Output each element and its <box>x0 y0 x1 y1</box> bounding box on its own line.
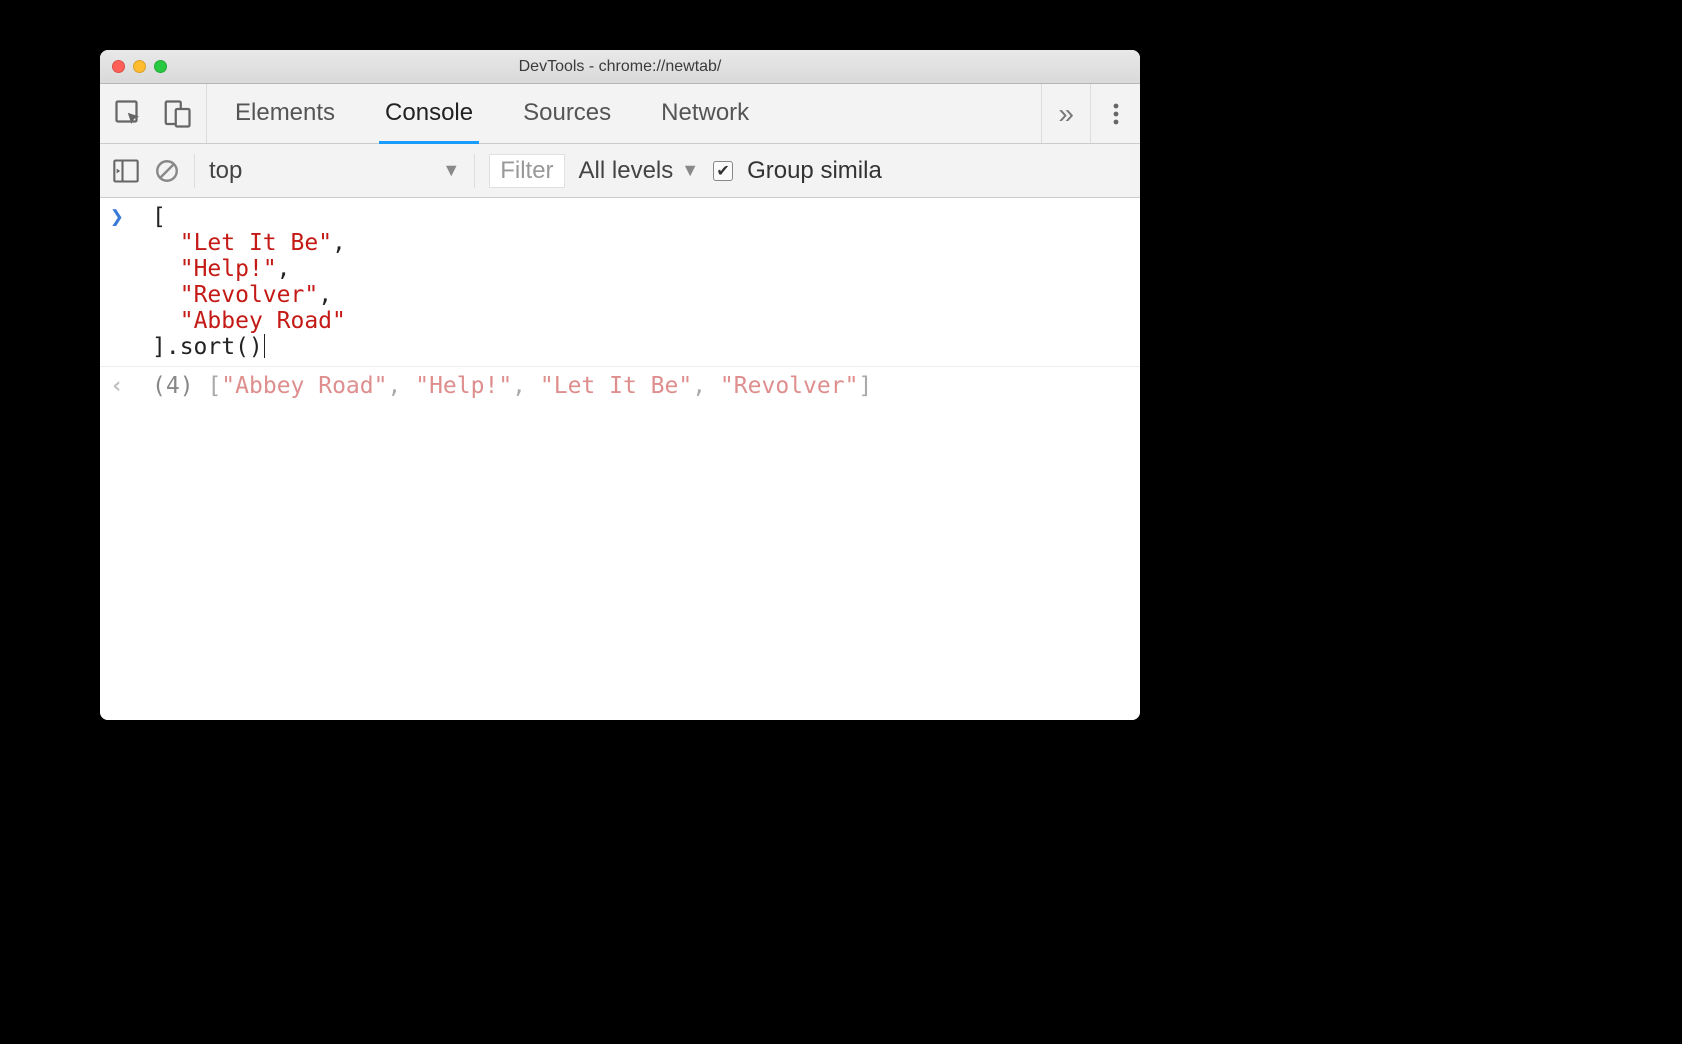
execution-context-label: top <box>209 157 242 185</box>
devtools-window: DevTools - chrome://newtab/ Elements Con… <box>100 50 1140 720</box>
console-eager-eval-value: (4) ["Abbey Road", "Help!", "Let It Be",… <box>152 373 872 399</box>
console-toolbar: top ▼ Filter All levels ▼ ✔ Group simila <box>100 144 1140 198</box>
zoom-window-button[interactable] <box>154 60 167 73</box>
window-title: DevTools - chrome://newtab/ <box>100 58 1140 76</box>
tab-console[interactable]: Console <box>379 84 479 144</box>
window-controls <box>112 60 167 73</box>
group-similar-checkbox[interactable]: ✔ <box>713 161 733 181</box>
inspect-element-icon[interactable] <box>114 99 144 129</box>
execution-context-select[interactable]: top ▼ <box>209 157 460 185</box>
tab-sources[interactable]: Sources <box>517 84 617 144</box>
log-levels-label: All levels <box>579 157 674 185</box>
tabs-overflow-button[interactable]: » <box>1041 84 1090 143</box>
string-literal: "Revolver" <box>180 282 319 308</box>
output-icon: ‹ <box>110 373 152 399</box>
prompt-icon: ❯ <box>110 204 152 360</box>
text-cursor <box>264 334 265 358</box>
toggle-device-toolbar-icon[interactable] <box>162 99 192 129</box>
titlebar: DevTools - chrome://newtab/ <box>100 50 1140 84</box>
dropdown-triangle-icon: ▼ <box>442 160 460 181</box>
string-literal: "Abbey Road" <box>180 308 346 334</box>
tab-elements[interactable]: Elements <box>229 84 341 144</box>
console-input-code[interactable]: [ "Let It Be", "Help!", "Revolver", "Abb… <box>152 204 346 360</box>
clear-console-icon[interactable] <box>154 158 180 184</box>
close-window-button[interactable] <box>112 60 125 73</box>
console-input-row[interactable]: ❯ [ "Let It Be", "Help!", "Revolver", "A… <box>100 198 1140 366</box>
dropdown-triangle-icon: ▼ <box>681 160 699 181</box>
minimize-window-button[interactable] <box>133 60 146 73</box>
console-eager-eval-row: ‹ (4) ["Abbey Road", "Help!", "Let It Be… <box>100 366 1140 405</box>
devtools-menu-button[interactable] <box>1090 84 1140 143</box>
console-filter-input[interactable]: Filter <box>489 154 564 188</box>
toggle-console-sidebar-icon[interactable] <box>112 157 140 185</box>
log-levels-select[interactable]: All levels ▼ <box>579 157 700 185</box>
group-similar-label: Group simila <box>747 157 882 185</box>
console-messages[interactable]: ❯ [ "Let It Be", "Help!", "Revolver", "A… <box>100 198 1140 720</box>
tab-network[interactable]: Network <box>655 84 755 144</box>
string-literal: "Let It Be" <box>180 230 332 256</box>
devtools-tabbar: Elements Console Sources Network » <box>100 84 1140 144</box>
string-literal: "Help!" <box>180 256 277 282</box>
